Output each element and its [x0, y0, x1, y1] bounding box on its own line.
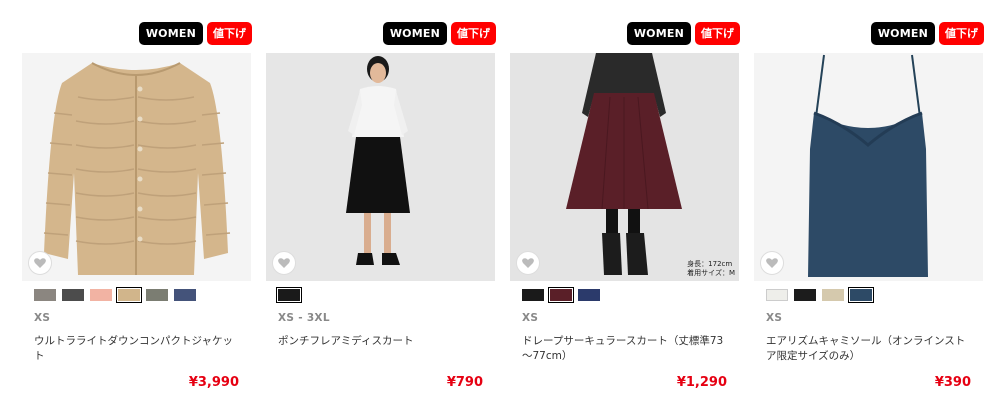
color-swatch[interactable]: [766, 289, 788, 301]
women-badge: WOMEN: [626, 22, 691, 45]
sale-badge: 値下げ: [695, 22, 740, 45]
size-range: XS: [766, 312, 783, 324]
product-price: ¥1,290: [676, 375, 727, 390]
camisole-illustration: [754, 53, 983, 281]
color-swatch[interactable]: [174, 289, 196, 301]
size-range: XS: [522, 312, 539, 324]
favorite-heart-icon[interactable]: [272, 251, 296, 275]
badge-group: WOMEN 値下げ: [138, 22, 252, 45]
product-name-link[interactable]: ウルトラライトダウンコンパクトジャケット: [34, 334, 239, 364]
color-swatches: [276, 287, 302, 303]
product-image[interactable]: [22, 53, 251, 281]
women-badge: WOMEN: [870, 22, 935, 45]
women-badge: WOMEN: [382, 22, 447, 45]
favorite-heart-icon[interactable]: [760, 251, 784, 275]
sale-badge: 値下げ: [207, 22, 252, 45]
color-swatch-selected[interactable]: [116, 287, 142, 303]
color-swatch[interactable]: [146, 289, 168, 301]
badge-group: WOMEN 値下げ: [870, 22, 984, 45]
favorite-heart-icon[interactable]: [516, 251, 540, 275]
color-swatch[interactable]: [62, 289, 84, 301]
color-swatches: [766, 287, 874, 303]
product-image[interactable]: [266, 53, 495, 281]
color-swatch[interactable]: [822, 289, 844, 301]
favorite-heart-icon[interactable]: [28, 251, 52, 275]
product-image[interactable]: [754, 53, 983, 281]
product-card[interactable]: WOMEN 値下げ XS ウルトラライトダウンコンパクトジャケット ¥3,990: [22, 0, 252, 415]
color-swatch-selected[interactable]: [848, 287, 874, 303]
size-range: XS - 3XL: [278, 312, 330, 324]
product-card[interactable]: WOMEN 値下げ 身長：172cm 着用サイズ：M XS ドレープサーキュラー…: [510, 0, 740, 415]
size-range: XS: [34, 312, 51, 324]
color-swatch-selected[interactable]: [548, 287, 574, 303]
badge-group: WOMEN 値下げ: [626, 22, 740, 45]
model-size-note: 身長：172cm 着用サイズ：M: [687, 260, 735, 277]
product-card[interactable]: WOMEN 値下げ XS エアリズムキャミソール（オンラインストア限定サイズのみ…: [754, 0, 984, 415]
badge-group: WOMEN 値下げ: [382, 22, 496, 45]
down-jacket-illustration: [22, 53, 251, 281]
circular-skirt-model-illustration: [510, 53, 739, 281]
sale-badge: 値下げ: [451, 22, 496, 45]
product-card[interactable]: WOMEN 値下げ XS - 3XL ポンチフレアミディスカート ¥790: [266, 0, 496, 415]
flare-skirt-model-illustration: [266, 53, 495, 281]
product-price: ¥3,990: [188, 375, 239, 390]
product-name-link[interactable]: ドレープサーキュラースカート（丈標準73～77cm）: [522, 334, 727, 364]
color-swatch[interactable]: [794, 289, 816, 301]
color-swatch[interactable]: [34, 289, 56, 301]
product-price: ¥390: [934, 375, 971, 390]
color-swatch[interactable]: [522, 289, 544, 301]
product-name-link[interactable]: ポンチフレアミディスカート: [278, 334, 483, 349]
product-price: ¥790: [446, 375, 483, 390]
color-swatch[interactable]: [90, 289, 112, 301]
color-swatches: [34, 287, 196, 303]
product-image[interactable]: 身長：172cm 着用サイズ：M: [510, 53, 739, 281]
women-badge: WOMEN: [138, 22, 203, 45]
product-name-link[interactable]: エアリズムキャミソール（オンラインストア限定サイズのみ）: [766, 334, 971, 364]
sale-badge: 値下げ: [939, 22, 984, 45]
color-swatch-selected[interactable]: [276, 287, 302, 303]
product-grid: WOMEN 値下げ XS ウルトラライトダウンコンパクトジャケット ¥3,990…: [0, 0, 995, 415]
color-swatches: [522, 287, 600, 303]
color-swatch[interactable]: [578, 289, 600, 301]
